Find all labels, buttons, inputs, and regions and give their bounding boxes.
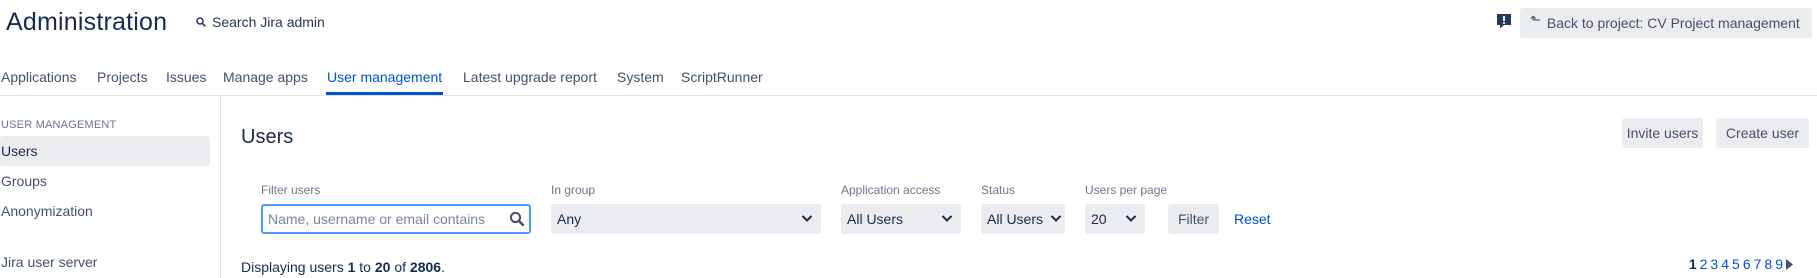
back-to-project-label: Back to project: CV Project management [1546,15,1800,31]
results-total: 2806 [409,259,442,275]
in-group-value: Any [557,211,582,227]
page-link[interactable]: 5 [1732,256,1740,272]
in-group-select[interactable]: Any [551,204,821,234]
tab-user-management[interactable]: User management [327,69,442,85]
create-user-button[interactable]: Create user [1716,118,1809,148]
main-content: Users Invite users Create user Filter us… [221,96,1817,278]
caret-right-icon[interactable] [1786,258,1793,270]
page-link[interactable]: 3 [1710,256,1718,272]
reset-link[interactable]: Reset [1234,211,1271,227]
page-link[interactable]: 6 [1743,256,1751,272]
results-from: 1 [347,259,356,275]
page-header-title: Administration [6,8,168,36]
results-suffix: . [441,259,445,275]
magnifier-icon[interactable] [509,211,525,227]
pagination: 1 2 3 4 5 6 7 8 9 [1686,256,1793,272]
status-value: All Users [987,211,1044,227]
users-per-page-value: 20 [1091,211,1107,227]
filter-users-label: Filter users [261,183,321,197]
tab-projects[interactable]: Projects [97,69,148,85]
active-tab-indicator [326,92,443,95]
page-link[interactable]: 8 [1764,256,1772,272]
results-summary: Displaying users 1 to 20 of 2806. [241,259,445,275]
invite-users-button[interactable]: Invite users [1622,118,1703,148]
back-to-project-button[interactable]: ⬑ Back to project: CV Project management [1520,8,1812,38]
tab-applications[interactable]: Applications [1,69,77,85]
tab-latest-upgrade-report[interactable]: Latest upgrade report [463,69,597,85]
chevron-down-icon [941,215,953,222]
sidebar-item-groups[interactable]: Groups [0,166,210,196]
admin-search-label: Search Jira admin [212,14,325,30]
status-label: Status [981,183,1016,197]
tab-scriptrunner[interactable]: ScriptRunner [681,69,763,85]
users-per-page-select[interactable]: 20 [1085,204,1145,234]
admin-search[interactable]: Search Jira admin [196,14,325,30]
page-link[interactable]: 7 [1754,256,1762,272]
users-per-page-label: Users per page [1085,183,1168,197]
in-group-label: In group [551,183,596,197]
filter-users-field[interactable] [261,204,531,234]
application-access-value: All Users [847,211,904,227]
page-link[interactable]: 4 [1721,256,1729,272]
results-prefix: Displaying users [241,259,344,275]
filter-users-input[interactable] [263,206,493,232]
results-of-word: of [394,259,407,275]
filter-button[interactable]: Filter [1168,204,1219,234]
status-select[interactable]: All Users [981,204,1065,234]
application-access-select[interactable]: All Users [841,204,961,234]
application-access-label: Application access [841,183,941,197]
results-to: 20 [374,259,391,275]
page-title: Users [241,126,294,148]
page-current: 1 [1688,256,1697,272]
tab-issues[interactable]: Issues [166,69,206,85]
chevron-down-icon [1125,215,1137,222]
sidebar-heading: USER MANAGEMENT [1,119,117,131]
sidebar: USER MANAGEMENT Users Groups Anonymizati… [0,96,221,278]
tab-system[interactable]: System [617,69,664,85]
chevron-down-icon [1050,215,1062,222]
feedback-icon[interactable] [1495,12,1513,30]
admin-nav: Applications Projects Issues Manage apps… [0,58,1817,96]
chevron-down-icon [801,215,813,222]
search-icon [196,17,206,27]
page-link[interactable]: 9 [1775,256,1783,272]
admin-header: Administration Search Jira admin ⬑ Back … [0,0,1817,48]
sidebar-item-users[interactable]: Users [0,136,210,166]
page-link[interactable]: 2 [1700,256,1708,272]
tab-manage-apps[interactable]: Manage apps [223,69,308,85]
results-to-word: to [359,259,371,275]
back-arrow-icon: ⬑ [1530,12,1541,27]
sidebar-item-anonymization[interactable]: Anonymization [0,196,210,226]
sidebar-item-jira-user-server[interactable]: Jira user server [0,247,210,277]
